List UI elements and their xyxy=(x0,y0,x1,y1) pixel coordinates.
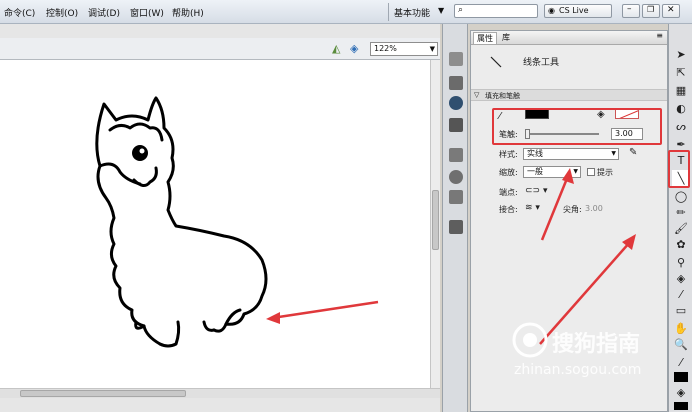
horizontal-scroll-thumb[interactable] xyxy=(20,390,186,397)
panel-menu-icon[interactable]: ≡ xyxy=(656,31,663,40)
watermark-brand: 搜狗指南 xyxy=(552,332,641,357)
menu-window[interactable]: 窗口(W) xyxy=(130,6,164,19)
zoom-tool-icon[interactable]: 🔍 xyxy=(672,336,690,352)
style-select[interactable]: 实线 ▼ xyxy=(523,148,619,160)
components-panel-icon[interactable] xyxy=(449,220,463,234)
free-transform-tool-icon[interactable]: ▦ xyxy=(672,82,690,98)
edit-scene-icon[interactable]: ◈ xyxy=(350,42,358,55)
menu-control[interactable]: 控制(O) xyxy=(46,6,78,19)
stroke-annotation-box xyxy=(492,108,662,145)
panel-icon-strip xyxy=(442,24,468,412)
lasso-tool-icon[interactable]: ᔕ xyxy=(672,118,690,134)
section-title: 填充和笔触 xyxy=(485,92,520,100)
chevron-down-icon: ▼ xyxy=(611,150,616,157)
brush-tool-icon[interactable]: 🖌 xyxy=(672,220,690,236)
3d-rotation-tool-icon[interactable]: ◐ xyxy=(672,100,690,116)
paint-bucket-tool-icon[interactable]: ◈ xyxy=(672,270,690,286)
menu-debug[interactable]: 调试(D) xyxy=(88,6,120,19)
style-label: 样式: xyxy=(499,150,518,159)
stage-vertical-scrollbar[interactable] xyxy=(430,60,440,388)
cs-live-label: CS Live xyxy=(559,6,589,15)
vertical-scroll-thumb[interactable] xyxy=(432,190,439,250)
properties-header: 属性 库 ≡ xyxy=(471,31,667,45)
transform-panel-icon[interactable] xyxy=(449,118,463,132)
eraser-tool-icon[interactable]: ▭ xyxy=(672,302,690,318)
restore-button[interactable]: ❐ xyxy=(642,4,660,18)
bone-tool-icon[interactable]: ⚲ xyxy=(672,254,690,270)
chevron-down-icon: ▼ xyxy=(429,45,435,53)
fill-color-chip[interactable] xyxy=(674,402,688,410)
edit-bar: ◭ ◈ 122% ▼ xyxy=(0,38,440,60)
cs-live-icon: ◉ xyxy=(548,6,555,15)
eyedropper-tool-icon[interactable]: ⁄ xyxy=(672,286,690,302)
properties-panel-icon[interactable] xyxy=(449,52,463,66)
info-panel-icon[interactable] xyxy=(449,96,463,110)
stroke-color-chip[interactable] xyxy=(674,372,688,382)
style-value: 实线 xyxy=(527,149,543,158)
section-expand-icon: ▽ xyxy=(474,91,480,99)
search-input[interactable]: ⌕ xyxy=(454,4,538,18)
close-button[interactable]: ✕ xyxy=(662,4,680,18)
join-label: 接合: xyxy=(499,205,518,214)
line-tool-icon xyxy=(490,56,502,68)
menu-command[interactable]: 命令(C) xyxy=(4,6,35,19)
tab-library[interactable]: 库 xyxy=(499,32,513,44)
alpaca-drawing xyxy=(95,96,379,348)
stage[interactable] xyxy=(0,60,430,388)
fill-color-tool-icon[interactable]: ◈ xyxy=(672,384,690,400)
hand-tool-icon[interactable]: ✋ xyxy=(672,320,690,336)
watermark-logo xyxy=(512,322,548,358)
selection-tool-icon[interactable]: ➤ xyxy=(672,46,690,62)
subselection-tool-icon[interactable]: ⇱ xyxy=(672,64,690,80)
menu-separator xyxy=(388,3,389,21)
tool-name: 线条工具 xyxy=(523,58,560,68)
tab-properties[interactable]: 属性 xyxy=(473,32,497,44)
actions-panel-icon[interactable] xyxy=(449,148,463,162)
menu-bar: 命令(C) 控制(O) 调试(D) 窗口(W) 帮助(H) 基本功能 ▼ ⌕ ◉… xyxy=(0,0,692,24)
rectangle-tool-icon[interactable]: ◯ xyxy=(672,188,690,204)
workspace-dropdown-arrow-icon[interactable]: ▼ xyxy=(438,6,444,15)
workspace-switcher[interactable]: 基本功能 xyxy=(394,6,430,19)
minimize-button[interactable]: – xyxy=(622,4,640,18)
zoom-select[interactable]: 122% ▼ xyxy=(370,42,438,56)
align-panel-icon[interactable] xyxy=(449,76,463,90)
line-tool-annotation-box xyxy=(668,150,690,188)
scale-label: 缩放: xyxy=(499,168,518,177)
stroke-color-tool-icon[interactable]: ⁄ xyxy=(672,354,690,370)
section-header[interactable]: ▽ 填充和笔触 xyxy=(471,89,667,101)
swatches-panel-icon[interactable] xyxy=(449,190,463,204)
cs-live-button[interactable]: ◉ CS Live xyxy=(544,4,612,18)
search-icon: ⌕ xyxy=(458,5,464,15)
pencil-tool-icon[interactable]: ✏ xyxy=(672,204,690,220)
tools-panel: ➤ ⇱ ▦ ◐ ᔕ ✒ T ╲ ◯ ✏ 🖌 ✿ ⚲ ◈ ⁄ ▭ ✋ 🔍 ⁄ ◈ xyxy=(668,24,692,412)
cap-label: 端点: xyxy=(499,188,518,197)
zoom-value: 122% xyxy=(374,44,397,53)
edit-stroke-style-icon[interactable]: ✎ xyxy=(629,147,637,158)
stage-horizontal-scrollbar[interactable] xyxy=(0,388,440,398)
deco-tool-icon[interactable]: ✿ xyxy=(672,236,690,252)
menu-help[interactable]: 帮助(H) xyxy=(172,6,204,19)
watermark-url: zhinan.sogou.com xyxy=(514,362,642,378)
edit-symbol-icon[interactable]: ◭ xyxy=(332,42,340,55)
color-panel-icon[interactable] xyxy=(449,170,463,184)
